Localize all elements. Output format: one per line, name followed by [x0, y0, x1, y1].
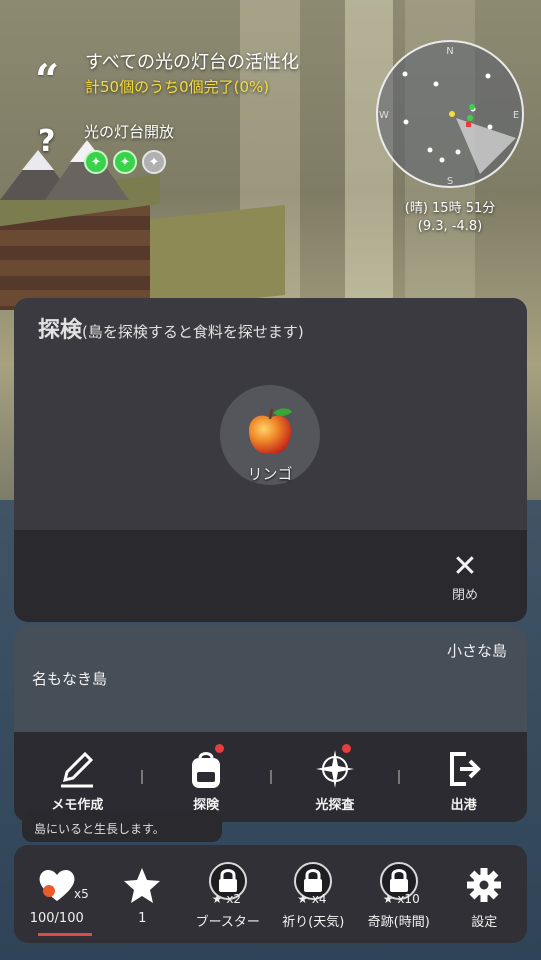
health-button[interactable]: x5 100/100	[14, 845, 100, 943]
weather-coords: (9.3, -4.8)	[417, 219, 483, 234]
lighthouse-dot-active: ✦	[84, 150, 108, 174]
island-name: 名もなき島	[32, 670, 108, 688]
exit-icon	[449, 752, 481, 786]
radar-south: S	[447, 176, 453, 186]
miracle-multiplier-value: x10	[397, 892, 420, 906]
radar-green-point	[469, 104, 475, 110]
island-panel: 小さな島 名もなき島 メモ作成 探険 光探査 出港	[14, 626, 527, 822]
depart-label: 出港	[450, 798, 477, 813]
star-icon	[124, 868, 161, 903]
radar-point	[487, 124, 493, 130]
health-value: 100/100	[29, 911, 84, 926]
explore-footer: ✕ 閉め	[14, 530, 527, 622]
heart-multiplier: x5	[74, 887, 89, 901]
depart-button[interactable]: 出港	[400, 732, 527, 822]
lighthouse-status-dots: ✦ ✦ ✦	[84, 150, 166, 174]
lighthouse-dot-inactive: ✦	[142, 150, 166, 174]
prayer-label: 祈り(天気)	[282, 915, 345, 930]
island-type: 小さな島	[446, 642, 507, 660]
tooltip-text: 島にいると生長します。	[34, 822, 165, 836]
radar-point	[403, 119, 409, 125]
star-count: 1	[138, 911, 147, 926]
lighthouse-dot-active: ✦	[113, 150, 137, 174]
tooltip: 島にいると生長します。	[22, 810, 222, 842]
memo-button[interactable]: メモ作成	[14, 732, 141, 822]
radar-point	[427, 147, 433, 153]
radar-point	[402, 71, 408, 77]
notification-badge	[341, 744, 351, 753]
close-icon: ✕	[452, 549, 478, 584]
health-bar	[38, 933, 92, 936]
prayer-multiplier-value: x4	[311, 892, 327, 906]
miracle-button[interactable]: ★ x10 奇跡(時間)	[356, 845, 442, 943]
booster-label: ブースター	[195, 915, 260, 930]
close-label: 閉め	[451, 588, 478, 603]
quest-progress: 計50個のうち0個完了(0%)	[85, 78, 270, 96]
explore-header: 探検(島を探検すると食料を探せます)	[38, 312, 304, 344]
question-icon[interactable]: ?	[38, 124, 55, 159]
booster-multiplier-value: x2	[226, 892, 242, 906]
radar-player	[449, 111, 455, 117]
radar-point	[485, 73, 491, 79]
radar-red-marker	[466, 122, 471, 127]
compass-icon	[315, 750, 354, 788]
radar-point	[439, 157, 445, 163]
explore-subtitle: (島を探検すると食料を探せます)	[82, 323, 304, 341]
explore-title: 探検	[38, 318, 83, 343]
action-bar: メモ作成 探険 光探査 出港	[14, 732, 527, 822]
explore-panel: 探検(島を探検すると食料を探せます) リンゴ ✕ 閉め	[14, 298, 527, 622]
radar-north: N	[446, 46, 453, 57]
lighthouse-unlock-title: 光の灯台開放	[84, 123, 175, 141]
radar-east: E	[513, 110, 519, 121]
backpack-icon	[192, 752, 221, 788]
miracle-multiplier: ★ x10	[382, 892, 420, 906]
miracle-label: 奇跡(時間)	[367, 915, 430, 930]
apple-icon	[248, 408, 292, 454]
prayer-multiplier: ★ x4	[297, 892, 327, 906]
explore-button[interactable]: 探険	[143, 732, 270, 822]
item-name: リンゴ	[247, 465, 293, 483]
pencil-icon	[61, 751, 94, 788]
settings-button[interactable]: 設定	[442, 845, 528, 943]
gear-icon	[467, 868, 502, 902]
minimap-radar[interactable]: N E S W	[376, 40, 524, 188]
radar-point	[455, 149, 461, 155]
prayer-button[interactable]: ★ x4 祈り(天気)	[271, 845, 357, 943]
settings-label: 設定	[471, 915, 498, 930]
weather-info: (晴) 15時 51分 (9.3, -4.8)	[370, 200, 530, 236]
light-search-label: 光探査	[315, 798, 355, 813]
booster-button[interactable]: ★ x2 ブースター	[185, 845, 271, 943]
radar-green-point	[467, 115, 473, 121]
quest-title: すべての光の灯台の活性化	[85, 52, 300, 73]
radar-point	[433, 81, 439, 87]
radar-west: W	[379, 110, 389, 121]
light-search-button[interactable]: 光探査	[272, 732, 399, 822]
notification-badge	[214, 744, 224, 753]
close-button[interactable]: ✕ 閉め	[440, 550, 490, 610]
bottom-bar: x5 100/100 1 ★ x2 ブースター ★ x4 祈り(天気) ★ x1…	[14, 845, 527, 943]
quote-icon: “	[35, 55, 60, 104]
view-cone	[456, 118, 516, 174]
weather-time: (晴) 15時 51分	[404, 201, 496, 216]
heart-icon	[39, 869, 75, 901]
radar-graphic: N E S W	[379, 46, 519, 186]
booster-multiplier: ★ x2	[211, 892, 242, 906]
star-button[interactable]: 1	[100, 845, 186, 943]
